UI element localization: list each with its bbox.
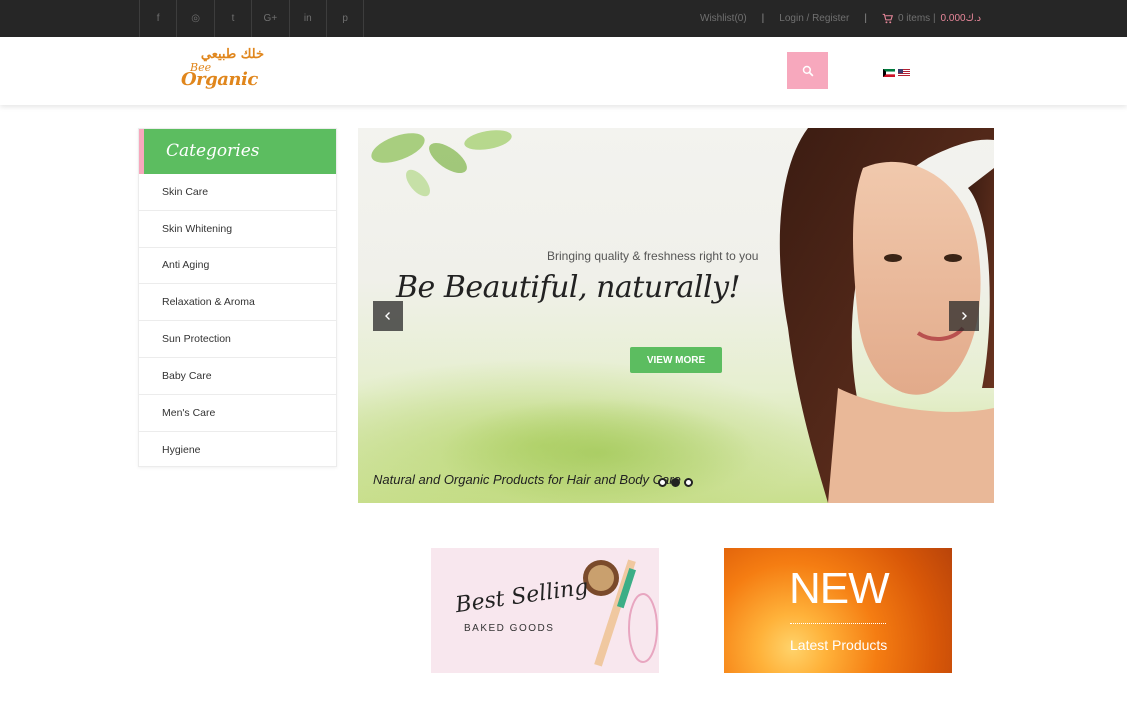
top-bar: f ◎ t G+ in p Wishlist(0) | Login / Regi… — [0, 0, 1127, 37]
categories-title: Categories — [166, 141, 260, 161]
wishlist-link[interactable]: Wishlist(0) — [700, 13, 747, 24]
new-products-banner[interactable]: NEW Latest Products — [724, 548, 952, 673]
category-skin-whitening[interactable]: Skin Whitening — [139, 211, 336, 248]
categories-header: Categories — [139, 129, 336, 174]
slide-caption: Natural and Organic Products for Hair an… — [373, 472, 681, 487]
cart-link[interactable]: 0 items | 0.000د.ك — [882, 13, 981, 24]
cart-icon — [882, 13, 893, 24]
hero-slider: Bringing quality & freshness right to yo… — [358, 128, 994, 503]
category-anti-aging[interactable]: Anti Aging — [139, 248, 336, 285]
facebook-icon[interactable]: f — [140, 0, 178, 37]
slider-dot[interactable] — [671, 478, 680, 487]
category-sun-protection[interactable]: Sun Protection — [139, 321, 336, 358]
search-icon — [802, 65, 813, 76]
separator: | — [761, 13, 765, 24]
social-links: f ◎ t G+ in p — [139, 0, 365, 37]
best-selling-subtitle: BAKED GOODS — [464, 623, 555, 634]
new-title: NEW — [789, 564, 890, 613]
slider-dot[interactable] — [658, 478, 667, 487]
linkedin-icon[interactable]: in — [290, 0, 327, 37]
divider — [790, 623, 886, 624]
search-button[interactable] — [787, 52, 828, 89]
us-flag-icon[interactable] — [898, 69, 910, 77]
cart-items: 0 items | — [897, 13, 936, 24]
twitter-icon[interactable]: t — [215, 0, 253, 37]
leaves-illustration — [371, 130, 512, 197]
logo-line-2: Organic — [181, 69, 258, 90]
slider-pagination — [658, 478, 693, 487]
green-watercolor — [438, 398, 758, 503]
site-header: خلك طبيعي Bee Organic — [0, 37, 1127, 105]
view-more-button[interactable]: VIEW MORE — [630, 347, 722, 373]
pinterest-icon[interactable]: p — [327, 0, 365, 37]
cart-amount: 0.000د.ك — [940, 13, 982, 24]
separator: | — [864, 13, 867, 24]
account-links: Wishlist(0) | Login / Register | 0 items… — [700, 0, 981, 37]
slider-prev-button[interactable] — [373, 301, 403, 331]
slide-tagline: Bringing quality & freshness right to yo… — [547, 249, 759, 263]
logo-arabic-text: خلك طبيعي — [200, 47, 264, 62]
category-baby-care[interactable]: Baby Care — [139, 358, 336, 395]
instagram-icon[interactable]: ◎ — [177, 0, 215, 37]
kuwait-flag-icon[interactable] — [883, 69, 895, 77]
categories-panel: Categories Skin Care Skin Whitening Anti… — [138, 128, 337, 467]
category-relaxation-aroma[interactable]: Relaxation & Aroma — [139, 284, 336, 322]
cosmetics-illustration — [583, 559, 658, 667]
best-selling-title: Best Selling — [453, 574, 590, 619]
category-skin-care[interactable]: Skin Care — [139, 174, 336, 211]
chevron-left-icon — [385, 312, 390, 320]
new-subtitle: Latest Products — [790, 637, 888, 653]
slider-dot[interactable] — [684, 478, 693, 487]
slider-next-button[interactable] — [949, 301, 979, 331]
best-selling-banner[interactable]: Best Selling BAKED GOODS — [431, 548, 659, 673]
category-mens-care[interactable]: Men's Care — [139, 395, 336, 432]
google-plus-icon[interactable]: G+ — [252, 0, 290, 37]
site-logo[interactable]: خلك طبيعي Bee Organic — [180, 47, 270, 97]
language-switcher — [883, 69, 910, 77]
category-hygiene[interactable]: Hygiene — [139, 432, 336, 469]
chevron-right-icon — [962, 312, 967, 320]
login-register-link[interactable]: Login / Register — [779, 13, 849, 24]
slide-headline: Be Beautiful, naturally! — [396, 270, 741, 305]
